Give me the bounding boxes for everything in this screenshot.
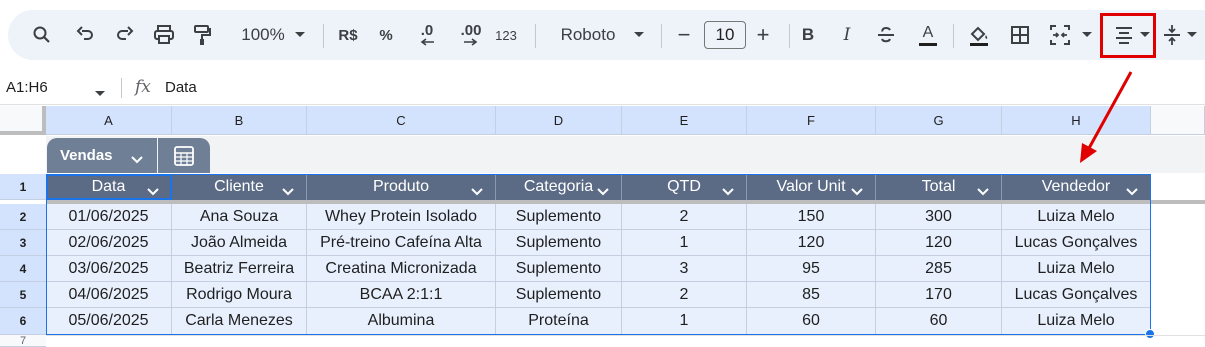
spreadsheet-app: 100% R$ % .0 .00 123 Roboto − 10 + B I A… xyxy=(0,0,1205,347)
annotation-arrow xyxy=(1080,71,1133,163)
